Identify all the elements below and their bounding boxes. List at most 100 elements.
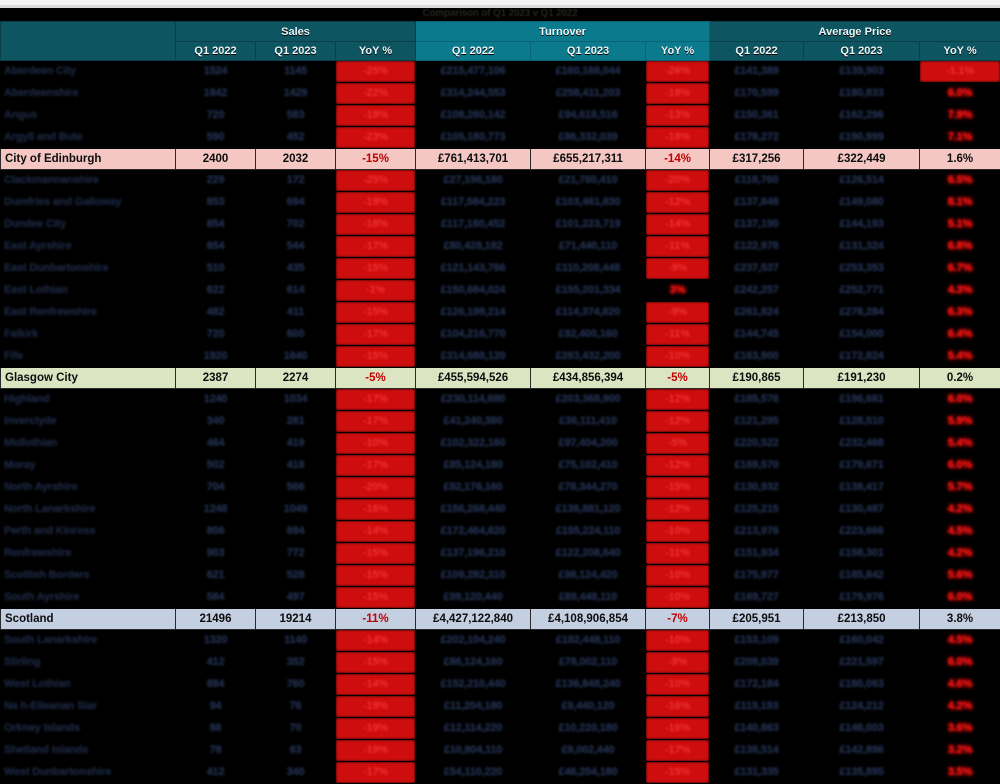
cell-avgprice-q1-2022-30[interactable]: £140,863 xyxy=(710,718,804,740)
cell-turnover-q1-2022-2[interactable]: £108,260,142 xyxy=(416,105,531,127)
row-label-31[interactable]: Shetland Islands xyxy=(1,740,176,762)
cell-sales-q1-2023-12[interactable]: 600 xyxy=(256,324,336,346)
cell-avgprice-q1-2023-11[interactable]: £278,284 xyxy=(804,302,920,324)
cell-avgprice-yoy-22[interactable]: 4.2% xyxy=(920,543,1000,565)
cell-avgprice-q1-2022-10[interactable]: £242,257 xyxy=(710,280,804,302)
cell-avgprice-q1-2023-0[interactable]: £139,903 xyxy=(804,61,920,83)
row-label-24[interactable]: South Ayrshire xyxy=(1,587,176,609)
cell-avgprice-q1-2022-27[interactable]: £209,039 xyxy=(710,652,804,674)
cell-sales-yoy-7[interactable]: -18% xyxy=(336,214,416,236)
cell-avgprice-q1-2023-24[interactable]: £179,976 xyxy=(804,587,920,609)
cell-turnover-q1-2023-32[interactable]: £46,204,180 xyxy=(531,762,646,784)
cell-sales-q1-2022-14[interactable]: 2387 xyxy=(176,368,256,389)
cell-avgprice-q1-2023-21[interactable]: £223,666 xyxy=(804,521,920,543)
row-label-14[interactable]: Glasgow City xyxy=(1,368,176,389)
cell-turnover-yoy-2[interactable]: -13% xyxy=(646,105,710,127)
cell-avgprice-q1-2023-32[interactable]: £135,895 xyxy=(804,762,920,784)
cell-avgprice-yoy-0[interactable]: -1.1% xyxy=(920,61,1000,83)
cell-avgprice-yoy-28[interactable]: 4.6% xyxy=(920,674,1000,696)
cell-turnover-yoy-8[interactable]: -11% xyxy=(646,236,710,258)
cell-turnover-q1-2023-8[interactable]: £71,440,110 xyxy=(531,236,646,258)
cell-turnover-q1-2023-6[interactable]: £103,461,830 xyxy=(531,192,646,214)
cell-avgprice-q1-2023-30[interactable]: £146,003 xyxy=(804,718,920,740)
cell-sales-q1-2023-27[interactable]: 352 xyxy=(256,652,336,674)
cell-avgprice-q1-2022-23[interactable]: £175,977 xyxy=(710,565,804,587)
cell-turnover-yoy-5[interactable]: -20% xyxy=(646,170,710,192)
row-label-13[interactable]: Fife xyxy=(1,346,176,368)
table-row[interactable]: South Ayrshire584497-15%£99,120,440£89,4… xyxy=(1,587,1000,609)
cell-avgprice-yoy-30[interactable]: 3.6% xyxy=(920,718,1000,740)
cell-sales-yoy-21[interactable]: -14% xyxy=(336,521,416,543)
cell-turnover-q1-2023-0[interactable]: £160,188,044 xyxy=(531,61,646,83)
cell-sales-yoy-8[interactable]: -17% xyxy=(336,236,416,258)
cell-avgprice-q1-2023-9[interactable]: £253,353 xyxy=(804,258,920,280)
cell-avgprice-yoy-17[interactable]: 5.4% xyxy=(920,433,1000,455)
cell-turnover-q1-2022-6[interactable]: £117,584,223 xyxy=(416,192,531,214)
cell-avgprice-yoy-8[interactable]: 6.8% xyxy=(920,236,1000,258)
cell-avgprice-q1-2023-22[interactable]: £158,301 xyxy=(804,543,920,565)
cell-turnover-yoy-21[interactable]: -10% xyxy=(646,521,710,543)
table-row[interactable]: Fife19201640-15%£314,688,120£283,432,200… xyxy=(1,346,1000,368)
cell-sales-q1-2023-26[interactable]: 1140 xyxy=(256,630,336,652)
cell-avgprice-q1-2022-29[interactable]: £119,193 xyxy=(710,696,804,718)
cell-sales-q1-2023-8[interactable]: 544 xyxy=(256,236,336,258)
cell-avgprice-yoy-27[interactable]: 6.0% xyxy=(920,652,1000,674)
cell-avgprice-q1-2023-31[interactable]: £142,896 xyxy=(804,740,920,762)
cell-turnover-q1-2023-23[interactable]: £98,124,420 xyxy=(531,565,646,587)
row-label-9[interactable]: East Dunbartonshire xyxy=(1,258,176,280)
cell-turnover-q1-2022-5[interactable]: £27,196,180 xyxy=(416,170,531,192)
cell-turnover-yoy-28[interactable]: -10% xyxy=(646,674,710,696)
cell-sales-q1-2022-24[interactable]: 584 xyxy=(176,587,256,609)
cell-avgprice-q1-2022-25[interactable]: £205,951 xyxy=(710,609,804,630)
cell-sales-q1-2022-8[interactable]: 654 xyxy=(176,236,256,258)
cell-turnover-yoy-32[interactable]: -15% xyxy=(646,762,710,784)
cell-turnover-yoy-16[interactable]: -12% xyxy=(646,411,710,433)
cell-avgprice-yoy-32[interactable]: 3.5% xyxy=(920,762,1000,784)
row-label-25[interactable]: Scotland xyxy=(1,609,176,630)
table-row[interactable]: Angus720583-19%£108,260,142£94,618,516-1… xyxy=(1,105,1000,127)
cell-sales-q1-2022-29[interactable]: 94 xyxy=(176,696,256,718)
cell-sales-yoy-0[interactable]: -25% xyxy=(336,61,416,83)
row-label-4[interactable]: City of Edinburgh xyxy=(1,149,176,170)
cell-sales-q1-2023-30[interactable]: 70 xyxy=(256,718,336,740)
cell-sales-q1-2022-27[interactable]: 412 xyxy=(176,652,256,674)
cell-avgprice-yoy-21[interactable]: 4.5% xyxy=(920,521,1000,543)
cell-turnover-yoy-13[interactable]: -10% xyxy=(646,346,710,368)
cell-avgprice-yoy-1[interactable]: 6.0% xyxy=(920,83,1000,105)
cell-turnover-q1-2022-15[interactable]: £230,114,880 xyxy=(416,389,531,411)
cell-avgprice-q1-2023-16[interactable]: £128,510 xyxy=(804,411,920,433)
cell-turnover-q1-2023-13[interactable]: £283,432,200 xyxy=(531,346,646,368)
row-label-22[interactable]: Renfrewshire xyxy=(1,543,176,565)
cell-avgprice-q1-2022-1[interactable]: £170,599 xyxy=(710,83,804,105)
cell-avgprice-q1-2022-7[interactable]: £137,190 xyxy=(710,214,804,236)
cell-avgprice-yoy-5[interactable]: 6.5% xyxy=(920,170,1000,192)
cell-turnover-q1-2022-21[interactable]: £172,464,820 xyxy=(416,521,531,543)
cell-turnover-q1-2022-10[interactable]: £150,684,024 xyxy=(416,280,531,302)
cell-avgprice-yoy-12[interactable]: 6.4% xyxy=(920,324,1000,346)
table-row[interactable]: Orkney Islands8670-19%£12,114,220£10,220… xyxy=(1,718,1000,740)
cell-turnover-q1-2022-32[interactable]: £54,110,220 xyxy=(416,762,531,784)
cell-avgprice-q1-2022-5[interactable]: £118,760 xyxy=(710,170,804,192)
cell-sales-q1-2022-10[interactable]: 622 xyxy=(176,280,256,302)
cell-avgprice-q1-2023-3[interactable]: £190,999 xyxy=(804,127,920,149)
cell-turnover-q1-2022-7[interactable]: £117,160,452 xyxy=(416,214,531,236)
cell-turnover-q1-2023-20[interactable]: £136,881,120 xyxy=(531,499,646,521)
cell-avgprice-yoy-10[interactable]: 4.3% xyxy=(920,280,1000,302)
cell-sales-q1-2022-1[interactable]: 1842 xyxy=(176,83,256,105)
row-label-0[interactable]: Aberdeen City xyxy=(1,61,176,83)
row-label-20[interactable]: North Lanarkshire xyxy=(1,499,176,521)
row-label-3[interactable]: Argyll and Bute xyxy=(1,127,176,149)
cell-turnover-yoy-31[interactable]: -17% xyxy=(646,740,710,762)
table-row[interactable]: Falkirk720600-17%£104,216,770£92,400,160… xyxy=(1,324,1000,346)
cell-avgprice-yoy-13[interactable]: 5.4% xyxy=(920,346,1000,368)
cell-turnover-yoy-3[interactable]: -18% xyxy=(646,127,710,149)
cell-sales-q1-2022-19[interactable]: 704 xyxy=(176,477,256,499)
cell-turnover-q1-2023-18[interactable]: £75,102,410 xyxy=(531,455,646,477)
cell-turnover-q1-2023-22[interactable]: £122,208,640 xyxy=(531,543,646,565)
cell-sales-yoy-28[interactable]: -14% xyxy=(336,674,416,696)
cell-turnover-q1-2023-1[interactable]: £258,411,203 xyxy=(531,83,646,105)
cell-sales-yoy-14[interactable]: -5% xyxy=(336,368,416,389)
cell-sales-yoy-5[interactable]: -25% xyxy=(336,170,416,192)
cell-sales-q1-2022-2[interactable]: 720 xyxy=(176,105,256,127)
cell-avgprice-q1-2023-6[interactable]: £149,080 xyxy=(804,192,920,214)
